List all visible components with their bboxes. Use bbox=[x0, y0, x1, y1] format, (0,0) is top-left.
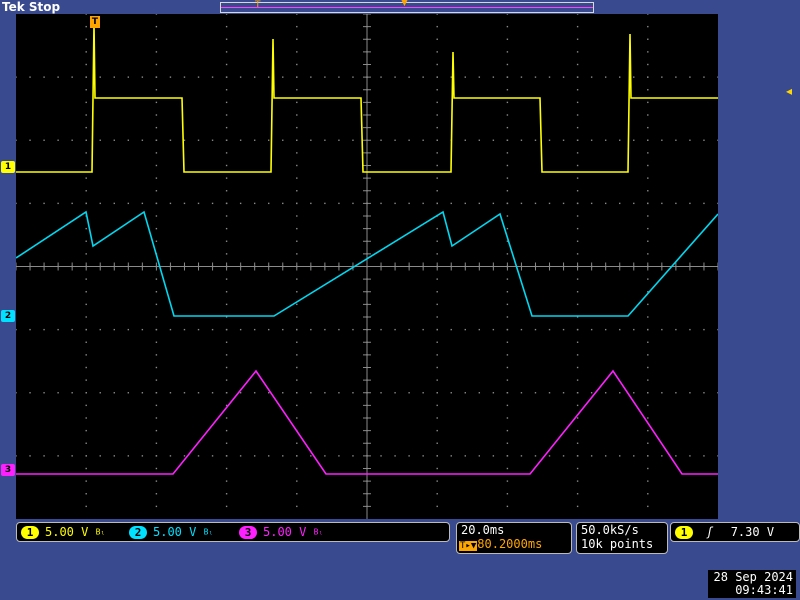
record-view-bar[interactable]: T ▼ bbox=[220, 0, 594, 13]
trigger-delay: T▸▼80.2000ms bbox=[457, 537, 571, 553]
ch1-readout[interactable]: 1 5.00 V Bₗ bbox=[21, 523, 105, 541]
trigger-delay-value: 80.2000ms bbox=[477, 537, 543, 551]
ch3-trace bbox=[16, 369, 718, 475]
timebase-scale: 20.0ms bbox=[461, 523, 505, 537]
readout-bar: 1 5.00 V Bₗ 2 5.00 V Bₗ 3 5.00 V Bₗ 20.0ms … bbox=[16, 522, 800, 554]
ch3-scale: 5.00 V bbox=[263, 525, 307, 539]
trigger-level: 7.30 V bbox=[730, 525, 775, 539]
ch2-badge: 2 bbox=[129, 526, 147, 539]
record-length: 10k points bbox=[581, 537, 654, 551]
ch1-badge: 1 bbox=[21, 526, 39, 539]
ch2-readout[interactable]: 2 5.00 V Bₗ bbox=[129, 523, 213, 541]
waveform-traces bbox=[16, 23, 718, 475]
channel-readouts: 1 5.00 V Bₗ 2 5.00 V Bₗ 3 5.00 V Bₗ bbox=[16, 522, 450, 542]
acquisition-readout[interactable]: 50.0kS/s 10k points bbox=[576, 522, 668, 554]
brand-label: Tek bbox=[2, 0, 25, 14]
scope-status: Tek Stop bbox=[2, 0, 60, 14]
trigger-position-icon: ▼ bbox=[401, 0, 408, 8]
trigger-position-marker: T bbox=[90, 16, 100, 28]
ch2-ground-marker[interactable]: 2 bbox=[1, 310, 15, 322]
ch3-ground-marker[interactable]: 3 bbox=[1, 464, 15, 476]
ch3-bandwidth-icon: Bₗ bbox=[313, 527, 324, 537]
waveform-display[interactable] bbox=[16, 14, 718, 519]
top-status-bar: Tek Stop T ▼ bbox=[0, 0, 800, 14]
ch1-ground-marker[interactable]: 1 bbox=[1, 161, 15, 173]
trigger-source-badge: 1 bbox=[675, 526, 693, 539]
ch2-scale: 5.00 V bbox=[153, 525, 197, 539]
run-state-label: Stop bbox=[28, 0, 61, 14]
ch2-trace bbox=[16, 210, 718, 317]
datetime-readout: 28 Sep 2024 09:43:41 bbox=[708, 570, 796, 598]
trigger-readout[interactable]: 1 ʃ 7.30 V bbox=[670, 522, 800, 542]
timebase-readout[interactable]: 20.0ms T▸▼80.2000ms bbox=[456, 522, 572, 554]
sample-rate: 50.0kS/s bbox=[581, 523, 639, 537]
trigger-delay-icon: T▸▼ bbox=[459, 541, 478, 551]
ch2-bandwidth-icon: Bₗ bbox=[203, 527, 214, 537]
ch1-bandwidth-icon: Bₗ bbox=[95, 527, 106, 537]
ch3-badge: 3 bbox=[239, 526, 257, 539]
time-label: 09:43:41 bbox=[735, 583, 793, 597]
ch1-scale: 5.00 V bbox=[45, 525, 89, 539]
rising-edge-icon: ʃ bbox=[706, 525, 714, 539]
record-trigger-marker: T bbox=[255, 0, 261, 10]
trigger-level-marker[interactable]: ◂ bbox=[786, 84, 792, 98]
ch3-readout[interactable]: 3 5.00 V Bₗ bbox=[239, 523, 323, 541]
ch1-trace bbox=[16, 23, 718, 173]
